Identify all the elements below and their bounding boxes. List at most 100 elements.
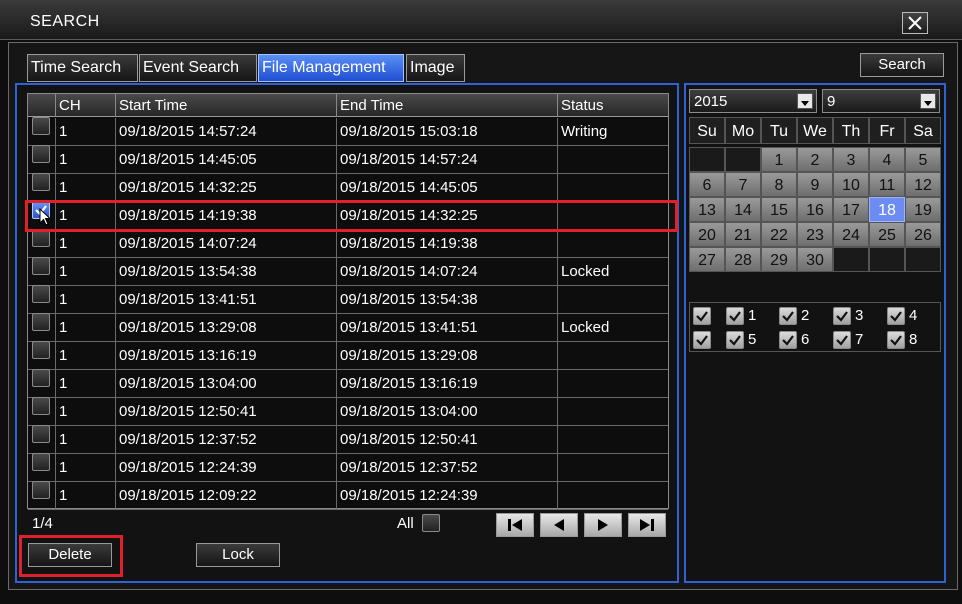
calendar-day[interactable]: 15 — [761, 197, 797, 222]
channel-label: 3 — [855, 307, 864, 324]
calendar-day[interactable]: 11 — [869, 172, 905, 197]
channel-option[interactable] — [693, 304, 729, 327]
row-checkbox[interactable] — [32, 145, 50, 163]
row-checkbox[interactable] — [32, 425, 50, 443]
close-button[interactable] — [902, 12, 928, 34]
calendar-day[interactable]: 9 — [797, 172, 833, 197]
status-cell — [557, 370, 668, 397]
calendar-day[interactable]: 2 — [797, 147, 833, 172]
calendar-day[interactable]: 22 — [761, 222, 797, 247]
channel-option[interactable]: 1 — [726, 304, 762, 327]
channel-option[interactable] — [693, 328, 729, 351]
channel-option[interactable]: 8 — [887, 328, 923, 351]
table-row[interactable]: 1 09/18/2015 12:50:41 09/18/2015 13:04:00 — [28, 397, 668, 426]
row-checkbox[interactable] — [32, 369, 50, 387]
calendar-day[interactable]: 7 — [725, 172, 761, 197]
calendar-day[interactable]: 13 — [689, 197, 725, 222]
tab-image[interactable]: Image — [406, 54, 465, 82]
calendar-day[interactable]: 5 — [905, 147, 941, 172]
calendar-day[interactable]: 20 — [689, 222, 725, 247]
calendar-day[interactable]: 23 — [797, 222, 833, 247]
row-checkbox[interactable] — [32, 257, 50, 275]
table-row[interactable]: 1 09/18/2015 14:45:05 09/18/2015 14:57:24 — [28, 145, 668, 174]
row-checkbox[interactable] — [32, 341, 50, 359]
table-row[interactable]: 1 09/18/2015 13:29:08 09/18/2015 13:41:51 L… — [28, 313, 668, 342]
table-row[interactable]: 1 09/18/2015 13:16:19 09/18/2015 13:29:08 — [28, 341, 668, 370]
channel-option[interactable]: 6 — [779, 328, 815, 351]
calendar-day[interactable]: 10 — [833, 172, 869, 197]
row-checkbox[interactable] — [32, 453, 50, 471]
channel-option[interactable]: 7 — [833, 328, 869, 351]
channel-checkbox[interactable] — [693, 330, 711, 349]
channel-checkbox[interactable] — [887, 330, 905, 349]
channel-option[interactable]: 5 — [726, 328, 762, 351]
calendar-day[interactable]: 24 — [833, 222, 869, 247]
table-row[interactable]: 1 09/18/2015 14:32:25 09/18/2015 14:45:05 — [28, 173, 668, 202]
row-checkbox[interactable] — [32, 313, 50, 331]
tab-time-search[interactable]: Time Search — [27, 54, 138, 82]
ch-cell: 1 — [55, 342, 115, 369]
row-checkbox[interactable] — [32, 117, 50, 135]
select-all-checkbox[interactable] — [422, 514, 440, 532]
channel-checkbox[interactable] — [779, 330, 797, 349]
channel-checkbox[interactable] — [726, 330, 744, 349]
channel-checkbox[interactable] — [726, 306, 744, 325]
calendar-day[interactable]: 25 — [869, 222, 905, 247]
lock-button[interactable]: Lock — [196, 543, 280, 567]
channel-option[interactable]: 4 — [887, 304, 923, 327]
channel-checkbox[interactable] — [693, 306, 711, 325]
calendar-day[interactable]: 26 — [905, 222, 941, 247]
calendar-day[interactable]: 8 — [761, 172, 797, 197]
calendar-day[interactable]: 12 — [905, 172, 941, 197]
search-button[interactable]: Search — [860, 53, 944, 77]
table-row[interactable]: 1 09/18/2015 12:09:22 09/18/2015 12:24:39 — [28, 481, 668, 510]
channel-label: 8 — [909, 331, 918, 348]
row-select-cell — [28, 341, 55, 369]
year-select[interactable]: 2015 — [689, 89, 817, 113]
next-page-button[interactable] — [584, 513, 622, 537]
calendar-day[interactable]: 6 — [689, 172, 725, 197]
calendar-day[interactable]: 30 — [797, 247, 833, 272]
calendar-day[interactable]: 1 — [761, 147, 797, 172]
channel-option[interactable]: 3 — [833, 304, 869, 327]
tab-event-search[interactable]: Event Search — [139, 54, 257, 82]
row-checkbox[interactable] — [32, 397, 50, 415]
calendar-day[interactable]: 17 — [833, 197, 869, 222]
row-checkbox[interactable] — [32, 481, 50, 499]
calendar-day[interactable]: 19 — [905, 197, 941, 222]
tab-file-management[interactable]: File Management — [258, 54, 404, 82]
last-page-button[interactable] — [628, 513, 666, 537]
row-select-cell — [28, 397, 55, 425]
calendar-day[interactable]: 14 — [725, 197, 761, 222]
calendar-day[interactable]: 3 — [833, 147, 869, 172]
row-checkbox[interactable] — [32, 285, 50, 303]
table-row[interactable]: 1 09/18/2015 14:07:24 09/18/2015 14:19:38 — [28, 229, 668, 258]
ch-cell: 1 — [55, 454, 115, 481]
first-page-button[interactable] — [496, 513, 534, 537]
table-row[interactable]: 1 09/18/2015 14:57:24 09/18/2015 15:03:18 W… — [28, 117, 668, 146]
calendar-day[interactable]: 18 — [869, 197, 905, 222]
calendar-day[interactable]: 27 — [689, 247, 725, 272]
prev-page-button[interactable] — [540, 513, 578, 537]
calendar-day[interactable]: 16 — [797, 197, 833, 222]
month-select[interactable]: 9 — [822, 89, 940, 113]
row-select-cell — [28, 481, 55, 509]
channel-checkbox[interactable] — [779, 306, 797, 325]
table-row[interactable]: 1 09/18/2015 12:24:39 09/18/2015 12:37:52 — [28, 453, 668, 482]
table-row[interactable]: 1 09/18/2015 12:37:52 09/18/2015 12:50:41 — [28, 425, 668, 454]
calendar-day[interactable]: 29 — [761, 247, 797, 272]
status-cell — [557, 174, 668, 201]
channel-checkbox[interactable] — [887, 306, 905, 325]
channel-checkbox[interactable] — [833, 306, 851, 325]
status-cell — [557, 146, 668, 173]
table-row[interactable]: 1 09/18/2015 13:04:00 09/18/2015 13:16:19 — [28, 369, 668, 398]
channel-checkbox[interactable] — [833, 330, 851, 349]
table-row[interactable]: 1 09/18/2015 13:54:38 09/18/2015 14:07:24 L… — [28, 257, 668, 286]
table-row[interactable]: 1 09/18/2015 13:41:51 09/18/2015 13:54:38 — [28, 285, 668, 314]
row-checkbox[interactable] — [32, 173, 50, 191]
end-time-cell: 09/18/2015 13:16:19 — [336, 370, 557, 397]
calendar-day[interactable]: 21 — [725, 222, 761, 247]
calendar-day[interactable]: 4 — [869, 147, 905, 172]
calendar-day[interactable]: 28 — [725, 247, 761, 272]
channel-option[interactable]: 2 — [779, 304, 815, 327]
